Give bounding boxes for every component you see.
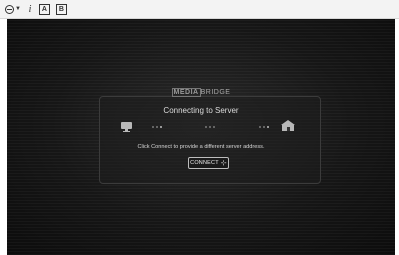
progress-dot [213,126,215,128]
progress-dot [152,126,154,128]
connect-button[interactable]: CONNECT ⊹ [188,157,229,169]
progress-dot [263,126,265,128]
connect-button-label: CONNECT [190,160,219,166]
fullscreen-icon[interactable]: B [55,3,67,15]
progress-dots-2 [205,126,215,128]
progress-dots-3 [259,126,269,128]
server-house-icon [281,120,295,132]
progress-dot [156,126,158,128]
logo-media: MEDIA [171,88,201,97]
progress-dot [160,126,162,128]
logo-bridge: BRIDGE [200,89,231,96]
connect-hint: Click Connect to provide a different ser… [137,144,265,150]
browser-toolbar: ▼ i A B [0,0,399,19]
app-logo: MEDIA BRIDGE [7,88,395,97]
info-icon[interactable]: i [27,3,33,16]
monitor-icon [121,122,132,132]
progress-dots-1 [152,126,162,128]
progress-dot [209,126,211,128]
progress-dot [259,126,261,128]
progress-dot [205,126,207,128]
globe-menu-button[interactable]: ▼ [5,3,21,16]
progress-dot [267,126,269,128]
fit-window-icon[interactable]: A [38,3,50,15]
plug-icon: ⊹ [220,159,227,167]
connection-status-title: Connecting to Server [163,106,239,115]
globe-icon [5,4,14,14]
app-stage: MEDIA BRIDGE Connecting to Server Click C… [7,19,395,255]
chevron-down-icon: ▼ [15,6,21,12]
